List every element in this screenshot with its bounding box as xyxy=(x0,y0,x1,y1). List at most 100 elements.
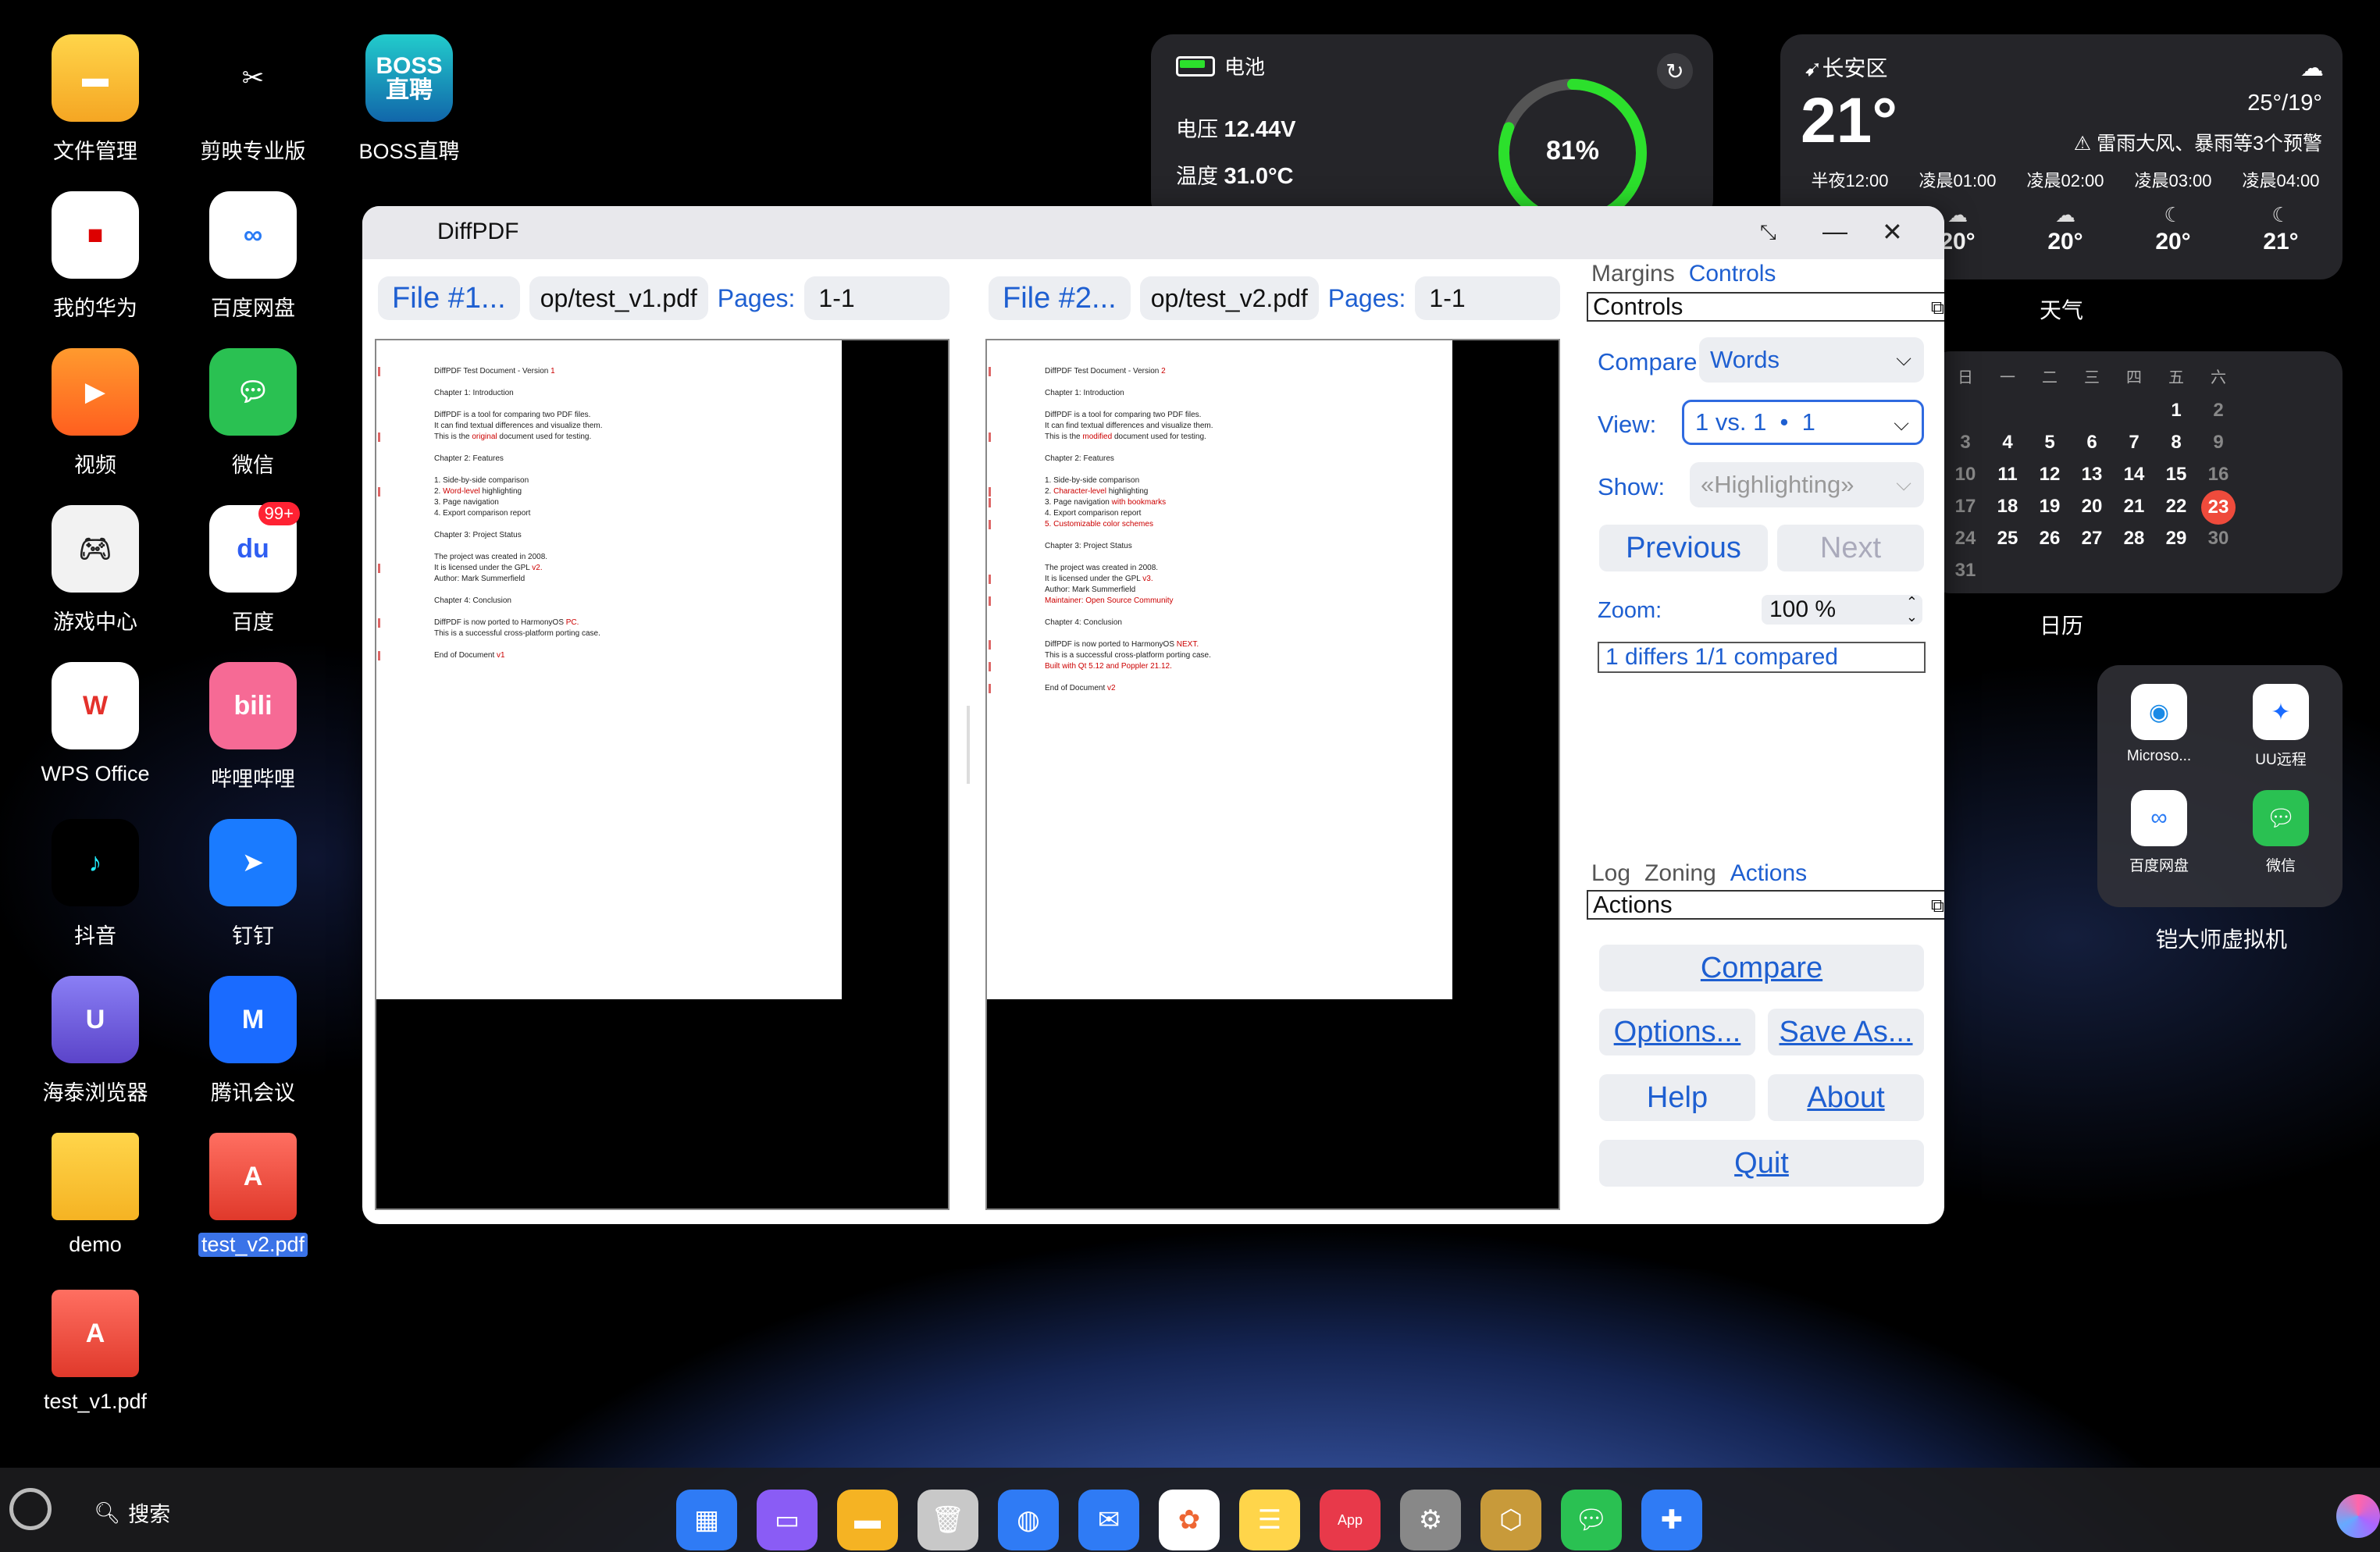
save-as-button[interactable]: Save As... xyxy=(1768,1009,1924,1055)
app-grid-icon[interactable]: ▦ xyxy=(676,1490,737,1550)
calendar-day[interactable]: 14 xyxy=(2113,458,2155,490)
title-bar[interactable]: DiffPDF ⤡ — ✕ xyxy=(362,206,1944,259)
calendar-day[interactable]: 20 xyxy=(2071,490,2113,522)
tab-zoning[interactable]: Zoning xyxy=(1644,860,1716,887)
browser-icon[interactable]: ◍ xyxy=(998,1490,1059,1550)
trash-icon[interactable]: 🗑︎ xyxy=(917,1490,978,1550)
files-icon[interactable]: ▬ xyxy=(837,1490,898,1550)
assistant-icon[interactable] xyxy=(2336,1494,2380,1538)
calendar-day[interactable]: 12 xyxy=(2029,458,2071,490)
calendar-day[interactable]: 2 xyxy=(2197,394,2239,426)
calendar-day[interactable]: 10 xyxy=(1944,458,1986,490)
desktop-icon[interactable]: 🎮︎ 游戏中心 xyxy=(17,505,173,635)
desktop-icon[interactable]: ∞ 百度网盘 xyxy=(175,191,331,322)
desktop-icon-boss[interactable]: BOSS 直聘 BOSS直聘 xyxy=(331,34,487,165)
restore-icon[interactable]: ⤡ xyxy=(1760,220,1776,245)
calendar-day[interactable]: 18 xyxy=(1986,490,2029,522)
desktop-icon[interactable]: ▬ 文件管理 xyxy=(17,34,173,165)
calendar-day[interactable]: 27 xyxy=(2071,522,2113,554)
vm-app[interactable]: ✦ UU远程 xyxy=(2222,684,2339,769)
security-icon[interactable]: ⬡ xyxy=(1480,1490,1541,1550)
desktop-icon[interactable]: ♪ 抖音 xyxy=(17,819,173,949)
diffpdf-window[interactable]: DiffPDF ⤡ — ✕ File #1... op/test_v1.pdf … xyxy=(362,206,1944,1224)
desktop-icon[interactable]: W WPS Office xyxy=(17,662,173,786)
wechat-icon[interactable]: 💬︎ xyxy=(1561,1490,1622,1550)
calendar-day[interactable]: 17 xyxy=(1944,490,1986,522)
file1-pages-field[interactable]: 1-1 xyxy=(804,276,950,320)
file1-path[interactable]: op/test_v1.pdf xyxy=(529,276,708,320)
calendar-widget[interactable]: 日一二三四五六 1 2 3 4 5 6 7 8 9 10 11 12 13 14 15 16 17 18 19 20 21… xyxy=(1929,351,2343,593)
quit-button[interactable]: Quit xyxy=(1599,1140,1924,1187)
calendar-day[interactable]: 4 xyxy=(1986,426,2029,458)
about-button[interactable]: About xyxy=(1768,1074,1924,1121)
desktop-icon[interactable]: bili 哔哩哔哩 xyxy=(175,662,331,792)
calendar-day[interactable]: 31 xyxy=(1944,554,1986,586)
file1-button[interactable]: File #1... xyxy=(378,276,520,320)
desktop-icon[interactable]: U 海泰浏览器 xyxy=(17,976,173,1106)
calendar-day[interactable]: 1 xyxy=(2155,394,2197,426)
desktop-icon[interactable]: Atest_v1.pdf xyxy=(17,1290,173,1414)
zoom-spinbox[interactable]: 100 % ⌃ ⌄ xyxy=(1762,595,1922,625)
tab-log[interactable]: Log xyxy=(1591,860,1630,887)
help-button[interactable]: Help xyxy=(1599,1074,1755,1121)
file2-button[interactable]: File #2... xyxy=(989,276,1131,320)
minimize-icon[interactable]: — xyxy=(1822,217,1847,246)
desktop-icon[interactable]: ▶ 视频 xyxy=(17,348,173,479)
calendar-day[interactable]: 19 xyxy=(2029,490,2071,522)
desktop-icon[interactable]: ➤ 钉钉 xyxy=(175,819,331,949)
compare-button[interactable]: Compare xyxy=(1599,945,1924,991)
calendar-day[interactable]: 24 xyxy=(1944,522,1986,554)
calendar-day[interactable]: 3 xyxy=(1944,426,1986,458)
battery-widget[interactable]: 电池 电压 12.44V 温度 31.0°C ↻ 81% xyxy=(1151,34,1713,227)
left-pdf-view[interactable]: DiffPDF Test Document - Version 1 Chapter… xyxy=(375,339,950,1210)
tab-actions[interactable]: Actions xyxy=(1730,860,1807,887)
compare-select[interactable]: Words ⌵ xyxy=(1699,337,1924,383)
mail-icon[interactable]: ✉ xyxy=(1078,1490,1139,1550)
right-pdf-view[interactable]: DiffPDF Test Document - Version 2 Chapter… xyxy=(985,339,1560,1210)
settings-icon[interactable]: ⚙ xyxy=(1400,1490,1461,1550)
multitask-icon[interactable]: ▭ xyxy=(757,1490,818,1550)
calendar-day[interactable]: 22 xyxy=(2155,490,2197,522)
desktop-icon[interactable]: du 99+ 百度 xyxy=(175,502,331,635)
close-icon[interactable]: ✕ xyxy=(1882,217,1903,247)
vm-app[interactable]: ∞ 百度网盘 xyxy=(2100,790,2218,875)
calendar-day[interactable]: 7 xyxy=(2113,426,2155,458)
calendar-day[interactable]: 11 xyxy=(1986,458,2029,490)
search-button[interactable]: 🔍︎ 搜索 xyxy=(94,1497,170,1528)
calendar-day[interactable]: 25 xyxy=(1986,522,2029,554)
calendar-day[interactable]: 8 xyxy=(2155,426,2197,458)
app-gallery-icon[interactable]: App xyxy=(1320,1490,1381,1550)
refresh-icon[interactable]: ↻ xyxy=(1657,53,1693,89)
float-icon[interactable]: ⧉ xyxy=(1931,295,1944,322)
calendar-day[interactable]: 16 xyxy=(2197,458,2239,490)
previous-button[interactable]: Previous xyxy=(1599,525,1768,571)
desktop-icon[interactable]: M 腾讯会议 xyxy=(175,976,331,1106)
calendar-day[interactable]: 29 xyxy=(2155,522,2197,554)
view-splitter[interactable] xyxy=(967,706,970,784)
file2-pages-field[interactable]: 1-1 xyxy=(1415,276,1561,320)
calendar-day[interactable]: 30 xyxy=(2197,522,2239,554)
desktop-icon[interactable]: ✂ 剪映专业版 xyxy=(175,34,331,165)
file2-path[interactable]: op/test_v2.pdf xyxy=(1139,276,1319,320)
vm-app[interactable]: ◉ Microso... xyxy=(2100,684,2218,765)
calendar-day[interactable]: 26 xyxy=(2029,522,2071,554)
view-select[interactable]: 1 vs. 1 • 1 ⌵ xyxy=(1682,400,1924,445)
next-button[interactable]: Next xyxy=(1777,525,1924,571)
calendar-day[interactable]: 5 xyxy=(2029,426,2071,458)
calendar-day[interactable]: 15 xyxy=(2155,458,2197,490)
show-select[interactable]: «Highlighting» ⌵ xyxy=(1690,462,1924,507)
calendar-day[interactable]: 9 xyxy=(2197,426,2239,458)
start-icon[interactable] xyxy=(9,1488,52,1530)
vm-app[interactable]: 💬︎ 微信 xyxy=(2222,790,2339,875)
desktop-icon[interactable]: demo xyxy=(17,1133,173,1257)
plugin-icon[interactable]: ✚ xyxy=(1641,1490,1702,1550)
tab-controls[interactable]: Controls xyxy=(1689,261,1776,287)
calendar-day[interactable]: 6 xyxy=(2071,426,2113,458)
photos-icon[interactable]: ✿ xyxy=(1159,1490,1220,1550)
vm-folder[interactable]: ◉ Microso... ✦ UU远程 ∞ 百度网盘 💬︎ 微信 xyxy=(2097,665,2343,907)
notes-icon[interactable]: ☰ xyxy=(1239,1490,1300,1550)
float-icon[interactable]: ⧉ xyxy=(1931,893,1944,920)
desktop-icon[interactable]: 💬︎ 微信 xyxy=(175,348,331,479)
calendar-day[interactable]: 13 xyxy=(2071,458,2113,490)
options-button[interactable]: Options... xyxy=(1599,1009,1755,1055)
